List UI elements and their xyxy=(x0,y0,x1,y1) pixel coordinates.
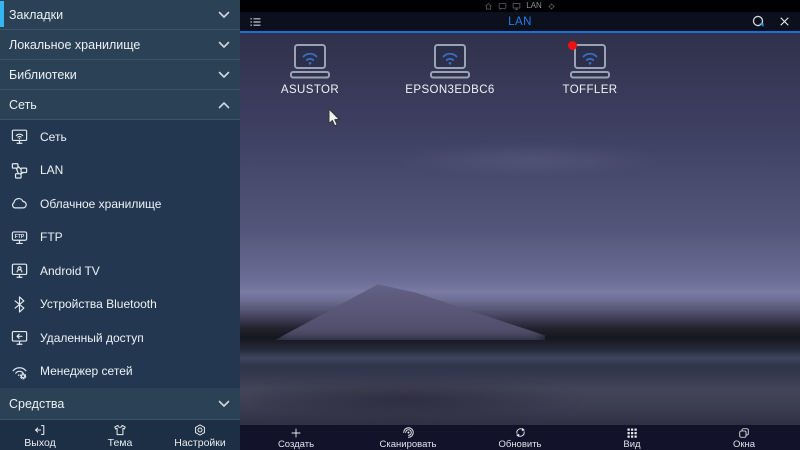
windows-icon xyxy=(738,426,750,439)
device-name: TOFFLER xyxy=(530,84,650,96)
theme-button[interactable]: Тема xyxy=(80,420,160,450)
sidebar-section-tools[interactable]: Средства xyxy=(0,388,240,420)
wallpaper-mountain xyxy=(275,282,545,340)
svg-text:FTP: FTP xyxy=(14,234,24,240)
device-name: EPSON3EDBC6 xyxy=(390,84,510,96)
device-asustor[interactable]: ASUSTOR xyxy=(250,43,370,96)
section-label: Средства xyxy=(9,397,218,411)
section-label: Сеть xyxy=(9,98,218,112)
sidebar-item-remote-access[interactable]: Удаленный доступ xyxy=(0,321,240,355)
sidebar-item-network[interactable]: Сеть xyxy=(0,120,240,154)
lan-nodes-icon xyxy=(7,158,31,182)
sidebar-item-label: Android TV xyxy=(40,264,100,278)
sidebar-item-label: FTP xyxy=(40,230,63,244)
refresh-icon xyxy=(514,426,527,439)
sidebar-item-label: Устройства Bluetooth xyxy=(40,297,157,311)
sidebar-item-cloud-storage[interactable]: Облачное хранилище xyxy=(0,187,240,221)
wallpaper-cloud xyxy=(390,143,670,177)
settings-button[interactable]: Настройки xyxy=(160,420,240,450)
section-label: Библиотеки xyxy=(9,68,218,82)
close-icon[interactable] xyxy=(778,15,791,28)
view-button[interactable]: Вид xyxy=(576,425,688,450)
page-title: LAN xyxy=(240,16,800,28)
theme-label: Тема xyxy=(108,437,133,449)
view-label: Вид xyxy=(623,439,640,450)
ftp-icon: FTP xyxy=(7,225,31,249)
computer-icon xyxy=(512,2,521,11)
sidebar: Закладки Локальное хранилище Библиотеки … xyxy=(0,0,240,450)
laptop-wifi-icon xyxy=(390,43,510,81)
sidebar-item-ftp[interactable]: FTP FTP xyxy=(0,221,240,255)
sidebar-item-label: Облачное хранилище xyxy=(40,197,161,211)
section-label: Локальное хранилище xyxy=(9,38,218,52)
title-bar: LAN xyxy=(240,12,800,33)
scan-icon xyxy=(402,426,415,439)
chevron-down-icon xyxy=(218,11,230,19)
sidebar-item-lan[interactable]: LAN xyxy=(0,154,240,188)
main-panel: LAN LAN xyxy=(240,0,800,450)
sidebar-item-label: Менеджер сетей xyxy=(40,364,133,378)
windows-label: Окна xyxy=(733,439,755,450)
windows-button[interactable]: Окна xyxy=(688,425,800,450)
file-area[interactable]: ASUSTOR EPSON3EDBC6 xyxy=(240,33,800,425)
plus-icon xyxy=(290,426,302,439)
sidebar-item-label: Сеть xyxy=(40,130,67,144)
view-grid-icon xyxy=(626,426,638,439)
chevron-down-icon xyxy=(218,71,230,79)
sidebar-section-local-storage[interactable]: Локальное хранилище xyxy=(0,30,240,60)
settings-label: Настройки xyxy=(174,437,226,449)
scan-label: Сканировать xyxy=(380,439,437,450)
bluetooth-icon xyxy=(7,292,31,316)
refresh-button[interactable]: Обновить xyxy=(464,425,576,450)
exit-button[interactable]: Выход xyxy=(0,420,80,450)
status-lan-label: LAN xyxy=(526,2,542,10)
section-label: Закладки xyxy=(9,8,218,22)
notification-badge xyxy=(568,41,577,50)
sidebar-bottom-bar: Выход Тема Настройки xyxy=(0,420,240,450)
laptop-wifi-icon xyxy=(530,43,650,81)
bottom-toolbar: Создать Сканировать xyxy=(240,425,800,450)
network-submenu: Сеть LAN xyxy=(0,120,240,388)
theme-icon xyxy=(113,423,127,437)
sidebar-section-libraries[interactable]: Библиотеки xyxy=(0,60,240,90)
network-monitor-icon xyxy=(7,125,31,149)
focus-indicator xyxy=(0,1,4,27)
settings-icon xyxy=(193,423,207,437)
device-toffler[interactable]: TOFFLER xyxy=(530,43,650,96)
sidebar-section-bookmarks[interactable]: Закладки xyxy=(0,0,240,30)
device-name: ASUSTOR xyxy=(250,84,370,96)
network-manager-icon xyxy=(7,359,31,383)
cloud-icon xyxy=(7,192,31,216)
message-icon xyxy=(498,2,507,11)
refresh-label: Обновить xyxy=(498,439,541,450)
create-button[interactable]: Создать xyxy=(240,425,352,450)
file-manager-app: Закладки Локальное хранилище Библиотеки … xyxy=(0,0,800,450)
mouse-cursor xyxy=(328,109,344,128)
sidebar-item-bluetooth-devices[interactable]: Устройства Bluetooth xyxy=(0,288,240,322)
sidebar-item-android-tv[interactable]: Android TV xyxy=(0,254,240,288)
remote-access-icon xyxy=(7,326,31,350)
gear-icon xyxy=(547,2,556,11)
chevron-down-icon xyxy=(218,41,230,49)
sidebar-item-network-manager[interactable]: Менеджер сетей xyxy=(0,355,240,389)
chevron-down-icon xyxy=(218,400,230,408)
reload-button-icon[interactable] xyxy=(751,14,765,28)
sidebar-section-network[interactable]: Сеть xyxy=(0,90,240,120)
sidebar-item-label: Удаленный доступ xyxy=(40,331,144,345)
home-icon xyxy=(484,2,493,11)
status-bar: LAN xyxy=(240,0,800,12)
android-tv-icon xyxy=(7,259,31,283)
device-epson3edbc6[interactable]: EPSON3EDBC6 xyxy=(390,43,510,96)
wallpaper-reflection xyxy=(260,379,580,421)
create-label: Создать xyxy=(278,439,314,450)
laptop-wifi-icon xyxy=(250,43,370,81)
exit-icon xyxy=(33,423,47,437)
sidebar-item-label: LAN xyxy=(40,163,63,177)
exit-label: Выход xyxy=(24,437,55,449)
chevron-up-icon xyxy=(218,101,230,109)
scan-button[interactable]: Сканировать xyxy=(352,425,464,450)
